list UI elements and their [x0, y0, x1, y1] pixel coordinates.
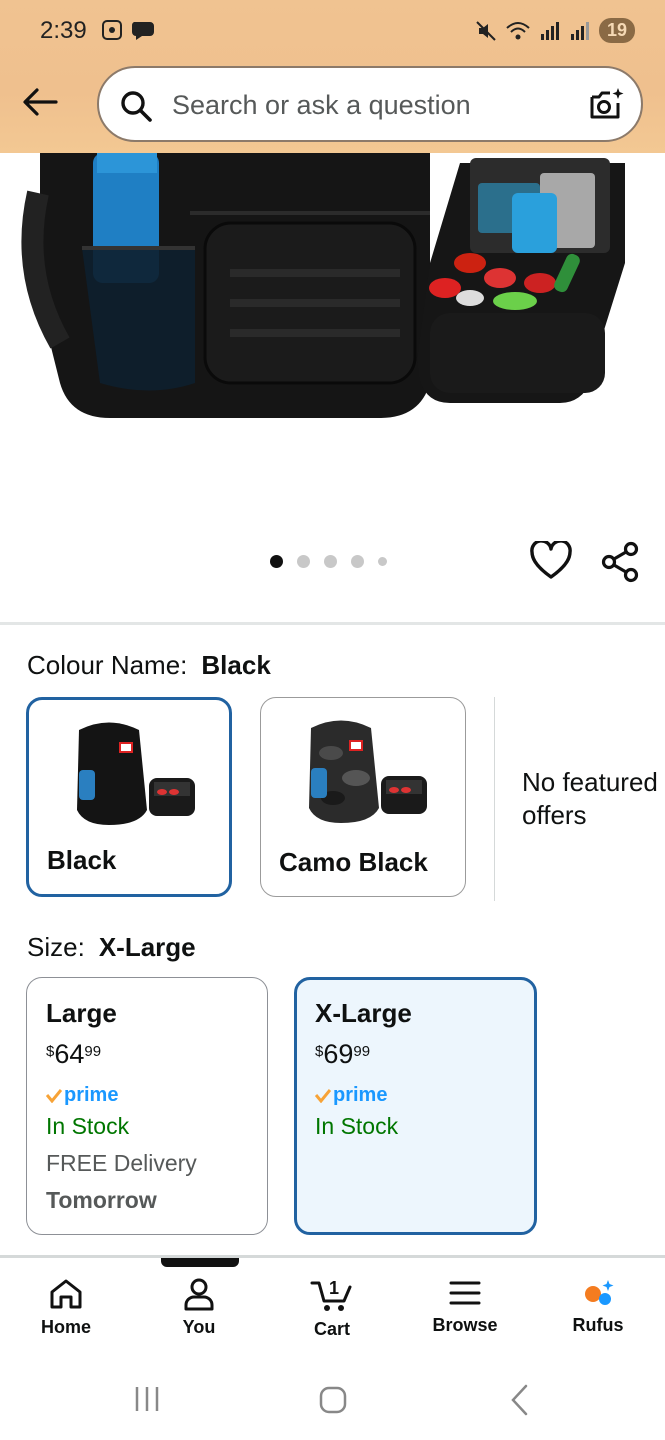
delivery-when: Tomorrow	[46, 1187, 157, 1213]
product-image[interactable]	[0, 153, 665, 533]
search-bar[interactable]: Search or ask a question	[97, 66, 643, 142]
heart-icon[interactable]	[530, 541, 572, 581]
no-featured-offers: No featured offers	[522, 767, 658, 830]
active-tab-indicator	[161, 1258, 239, 1267]
backpack-cooler-illustration	[21, 153, 625, 418]
recent-apps-icon[interactable]	[133, 1385, 161, 1413]
status-time: 2:39	[40, 17, 87, 44]
black-backpack-thumbnail	[77, 722, 195, 825]
share-icon[interactable]	[600, 541, 640, 583]
search-icon	[121, 91, 152, 122]
carousel-dot-3[interactable]	[324, 555, 337, 568]
section-divider	[0, 622, 665, 625]
carousel-dot-2[interactable]	[297, 555, 310, 568]
home-icon	[50, 1279, 82, 1309]
size-option-price: $ 64 99	[46, 1039, 102, 1069]
colour-option-label: Camo Black	[279, 847, 428, 877]
colour-option-black[interactable]: Black	[26, 697, 232, 897]
nav-cart[interactable]: 1 Cart	[277, 1277, 387, 1340]
prime-check-icon	[315, 1088, 331, 1103]
colour-label: Colour Name:	[27, 650, 188, 680]
size-option-large[interactable]: Large $ 64 99 prime In Stock FREE Delive…	[26, 977, 268, 1235]
nav-rufus[interactable]: Rufus	[543, 1277, 653, 1336]
carousel-dot-4[interactable]	[351, 555, 364, 568]
size-option-x-large[interactable]: X-Large $ 69 99 prime In Stock	[294, 977, 537, 1235]
carousel-dot-1[interactable]	[270, 555, 283, 568]
wifi-icon	[506, 21, 530, 39]
size-label-row: Size: X-Large	[27, 932, 196, 963]
mute-icon	[476, 20, 496, 41]
stock-status: In Stock	[315, 1113, 399, 1139]
person-icon	[184, 1278, 214, 1311]
home-button-icon[interactable]	[318, 1385, 348, 1415]
size-label: Size:	[27, 932, 85, 962]
camera-search-icon[interactable]	[587, 86, 625, 124]
search-placeholder: Search or ask a question	[172, 90, 471, 120]
size-option-price: $ 69 99	[315, 1039, 371, 1069]
size-option-name: X-Large	[315, 998, 412, 1028]
size-option-name: Large	[46, 998, 117, 1028]
chat-bubble-icon	[131, 22, 154, 40]
colour-option-camo-black[interactable]: Camo Black	[260, 697, 466, 897]
image-carousel-dots	[270, 555, 387, 568]
swatch-divider	[494, 697, 495, 901]
system-nav-bar	[0, 1360, 665, 1440]
camo-backpack-thumbnail	[309, 720, 427, 823]
stock-status: In Stock	[46, 1113, 130, 1139]
cart-icon: 1	[310, 1278, 352, 1311]
delivery-text: FREE Delivery	[46, 1150, 197, 1176]
rufus-icon	[585, 1280, 614, 1305]
back-button[interactable]	[20, 82, 60, 122]
signal-icon-2	[570, 21, 589, 40]
prime-badge: prime	[46, 1084, 267, 1107]
carousel-dot-5[interactable]	[378, 557, 387, 566]
nav-home[interactable]: Home	[11, 1277, 121, 1338]
prime-badge: prime	[315, 1084, 534, 1107]
system-back-icon[interactable]	[508, 1384, 532, 1416]
arrow-left-icon	[23, 88, 58, 116]
size-selected-value: X-Large	[98, 932, 196, 962]
nav-you[interactable]: You	[144, 1277, 254, 1338]
prime-check-icon	[46, 1088, 62, 1103]
nav-browse[interactable]: Browse	[410, 1277, 520, 1336]
screenshot-icon	[102, 20, 122, 40]
colour-selected-value: Black	[201, 650, 271, 680]
top-header: 2:39 19 Search or ask a question	[0, 0, 665, 153]
signal-icon	[540, 21, 559, 40]
cart-count-badge: 1	[329, 1278, 339, 1298]
battery-badge: 19	[598, 18, 635, 43]
colour-option-label: Black	[47, 845, 117, 875]
colour-label-row: Colour Name: Black	[27, 650, 271, 681]
status-bar: 2:39 19	[0, 0, 665, 62]
menu-icon	[449, 1281, 481, 1305]
